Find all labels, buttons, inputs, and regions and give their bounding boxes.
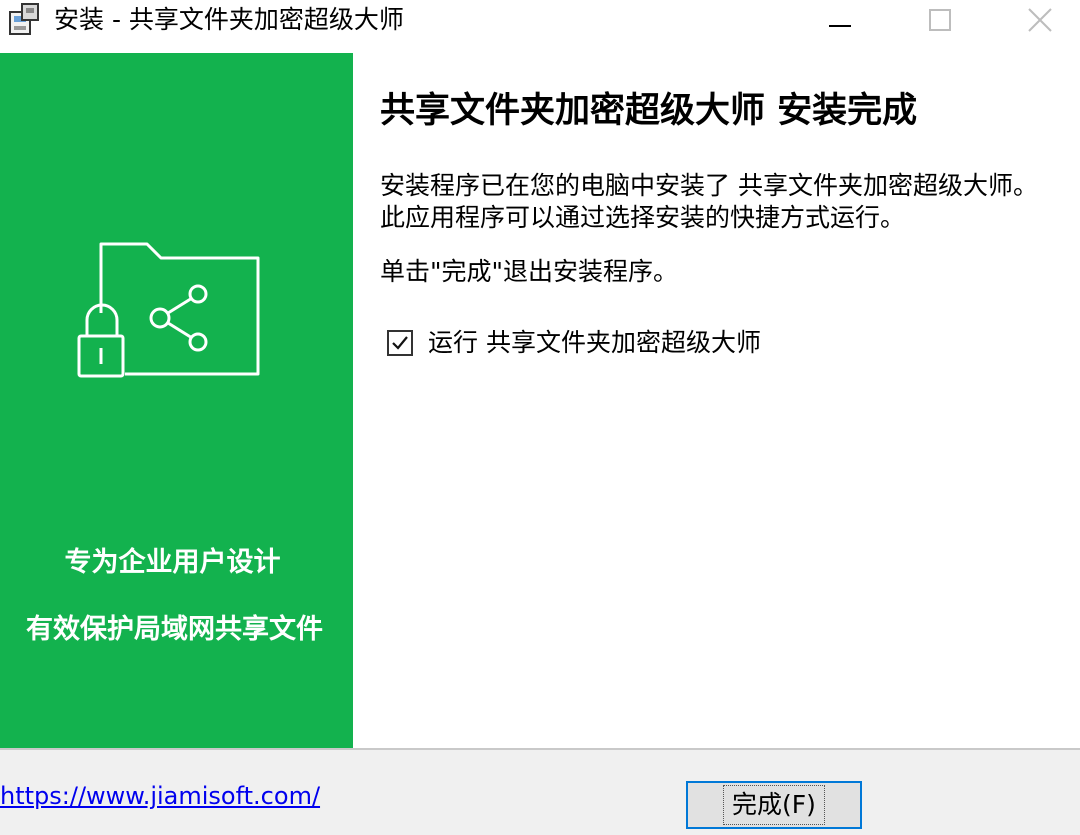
completion-description: 安装程序已在您的电脑中安装了 共享文件夹加密超级大师。此应用程序可以通过选择安装… (380, 171, 1038, 232)
title-bar: 安装 - 共享文件夹加密超级大师 (0, 0, 1080, 52)
finish-button-label: 完成(F) (723, 785, 825, 825)
maximize-icon (929, 9, 951, 31)
run-app-checkbox[interactable] (387, 330, 413, 356)
installer-icon (6, 2, 46, 38)
minimize-button[interactable] (790, 0, 890, 40)
exit-hint: 单击"完成"退出安装程序。 (380, 257, 678, 286)
maximize-button[interactable] (890, 0, 990, 40)
side-banner: 专为企业用户设计 有效保护局域网共享文件 (0, 53, 353, 748)
page-title: 共享文件夹加密超级大师 安装完成 (380, 91, 918, 131)
close-icon (1028, 8, 1052, 32)
folder-lock-share-icon (75, 238, 265, 387)
window-title: 安装 - 共享文件夹加密超级大师 (54, 5, 404, 34)
website-link[interactable]: https://www.jiamisoft.com/ (0, 781, 320, 811)
slogan-line-1: 专为企业用户设计 (64, 547, 281, 578)
close-button[interactable] (990, 0, 1080, 40)
minimize-icon (829, 25, 851, 27)
slogan-line-2: 有效保护局域网共享文件 (26, 614, 323, 645)
checkmark-icon (392, 336, 408, 350)
finish-button[interactable]: 完成(F) (686, 781, 862, 829)
run-app-option[interactable]: 运行 共享文件夹加密超级大师 (387, 325, 761, 361)
run-app-label[interactable]: 运行 共享文件夹加密超级大师 (428, 327, 761, 359)
